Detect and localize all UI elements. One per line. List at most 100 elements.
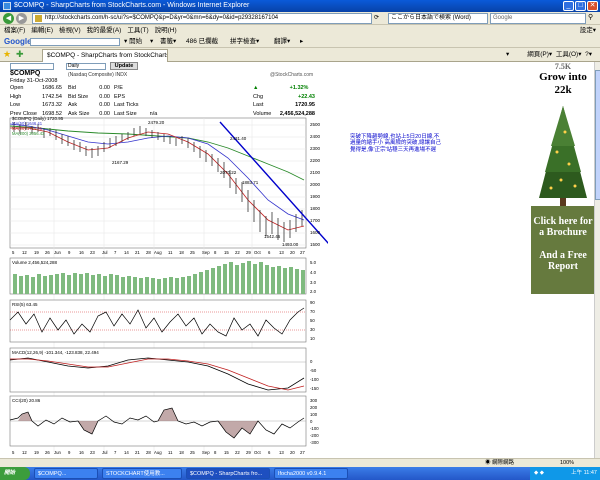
x-tick: 22: [235, 450, 240, 455]
price-x-axis: 5 12 19 26 Jun 9 16 23 Jul 7 14 21 28 Au…: [12, 250, 305, 255]
vertical-scrollbar[interactable]: [594, 62, 600, 458]
tray-icon[interactable]: ◆ ◆: [534, 470, 544, 476]
page-menu[interactable]: 網頁(P)▾: [527, 51, 552, 58]
start-button[interactable]: 開始: [0, 467, 30, 480]
menu-file[interactable]: 檔案(F): [4, 25, 25, 36]
y-tick: 1800: [310, 206, 321, 211]
y-tick: 70: [310, 309, 315, 314]
search-icon[interactable]: ⚲: [588, 13, 593, 21]
tab-active[interactable]: $COMPQ - SharpCharts from StockCharts.co…: [42, 49, 168, 62]
ie-icon: [3, 2, 11, 10]
refresh-icon[interactable]: ⟳: [374, 13, 384, 24]
x-tick: 6: [268, 250, 271, 255]
ad-top-number: 7.5K: [554, 62, 572, 71]
toolbar-options[interactable]: ▾: [150, 36, 153, 48]
y-tick: 4.0: [310, 270, 317, 275]
y-tick: 2300: [310, 146, 321, 151]
annot-a6: 1493.00: [282, 242, 299, 247]
x-tick: 26: [45, 250, 50, 255]
status-bar: ◉ 網際網路 100%: [0, 458, 600, 467]
ad-grow: Grow into: [539, 71, 587, 83]
close-button[interactable]: ✕: [587, 1, 598, 11]
x-tick: 29: [246, 450, 251, 455]
y-tick: 10: [310, 336, 315, 341]
add-favorite-icon[interactable]: ✚: [16, 50, 24, 59]
x-tick: Sep: [202, 250, 210, 255]
analysis-note: 突破下降趨勢線,也站上5日20日線,不過量的縮手小 高風險的突破,總讓自己覺得是…: [350, 134, 442, 153]
x-tick: 29: [246, 250, 251, 255]
x-tick: 8: [214, 250, 217, 255]
forward-button[interactable]: ▶: [16, 13, 27, 24]
annot-a5: 1542.46: [264, 234, 281, 239]
taskbar-item-2[interactable]: STOCKCHART使用教...: [102, 468, 182, 479]
x-tick: 18: [179, 250, 184, 255]
popup-blocked[interactable]: 486 已攔截: [186, 36, 218, 48]
annot-a2: 2431.40: [230, 136, 247, 141]
scrollbar-thumb[interactable]: [595, 70, 600, 200]
x-tick: 21: [135, 250, 140, 255]
y-tick: 1900: [310, 194, 321, 199]
x-tick: 27: [300, 450, 305, 455]
x-tick: 15: [224, 250, 229, 255]
y-tick: 1700: [310, 218, 321, 223]
annot-high: 2479.20: [148, 120, 165, 125]
menu-help[interactable]: 說明(H): [155, 25, 177, 36]
ad-click-here[interactable]: Click here for a Brochure: [531, 206, 595, 238]
ie-search-box[interactable]: ここから日本語で検索 (Word): [388, 13, 488, 24]
x-tick: 12: [22, 250, 27, 255]
taskbar-item-1[interactable]: $COMPQ...: [34, 468, 98, 479]
favorites-star-icon[interactable]: ★: [3, 50, 11, 59]
macd-legend: MACD(12,26,9) -101.344, -123.838, 22.494: [12, 350, 99, 355]
google-logo: Google: [4, 37, 32, 46]
annot-a3: 2070.22: [220, 170, 237, 175]
rsi-panel: [9, 299, 307, 343]
tree-image: [531, 102, 595, 206]
x-tick: 25: [190, 450, 195, 455]
ad-free-report[interactable]: And a Free Report: [531, 238, 595, 272]
y-tick: 1500: [310, 242, 321, 247]
url-text: http://stockcharts.com/h-sc/ui?s=$COMPQ&…: [45, 15, 279, 21]
toolbar-go-button[interactable]: ▾ 開始: [124, 36, 142, 48]
menu-edit[interactable]: 編輯(E): [31, 25, 53, 36]
page-content: Daily Update $COMPQ (Nasdaq Composite) I…: [0, 62, 600, 458]
taskbar-item-4[interactable]: Ifocha2000 v0.9.4.1: [274, 468, 348, 479]
translate-button[interactable]: 翻譯▾: [274, 36, 290, 48]
sharpchart: Daily Update $COMPQ (Nasdaq Composite) I…: [8, 62, 328, 458]
x-tick: 15: [224, 450, 229, 455]
y-tick: 90: [310, 300, 315, 305]
maximize-button[interactable]: □: [575, 1, 586, 11]
tab-bar: ★ ✚ $COMPQ - SharpCharts from StockChart…: [0, 48, 600, 62]
x-tick: 28: [146, 250, 151, 255]
y-tick: 30: [310, 327, 315, 332]
ad-target: 22k: [554, 84, 572, 96]
toolbar-bookmarks[interactable]: 書籤▾: [160, 36, 176, 48]
settings-menu[interactable]: 設定▾: [580, 25, 596, 36]
menu-view[interactable]: 檢視(V): [59, 25, 81, 36]
x-tick: Oct: [254, 450, 261, 455]
back-button[interactable]: ◀: [3, 13, 14, 24]
x-tick: Aug: [154, 250, 162, 255]
google-search-box[interactable]: Google: [490, 13, 586, 24]
help-menu[interactable]: ?▾: [585, 51, 592, 58]
advertisement[interactable]: 7.5K Grow into 22k Click here for a Broc…: [531, 62, 595, 294]
home-menu[interactable]: ▾: [506, 51, 509, 58]
google-toolbar-search[interactable]: [30, 38, 120, 46]
cci-legend: CCI(20) 20.86: [12, 398, 41, 403]
taskbar-item-3[interactable]: $COMPQ - SharpCharts fro...: [186, 468, 270, 479]
minimize-button[interactable]: _: [563, 1, 574, 11]
x-tick: 14: [124, 450, 129, 455]
address-bar: ◀ ▶ http://stockcharts.com/h-sc/ui?s=$CO…: [0, 12, 600, 25]
spellcheck-button[interactable]: 拼字檢查▾: [230, 36, 259, 48]
menu-bar: 檔案(F) 編輯(E) 檢視(V) 我的最愛(A) 工具(T) 說明(H) 設定…: [0, 25, 600, 36]
menu-tools[interactable]: 工具(T): [127, 25, 148, 36]
x-tick: 11: [168, 250, 173, 255]
menu-favorites[interactable]: 我的最愛(A): [87, 25, 122, 36]
url-field[interactable]: http://stockcharts.com/h-sc/ui?s=$COMPQ&…: [32, 13, 372, 24]
x-tick: 19: [34, 250, 39, 255]
y-tick: 2.0: [310, 289, 317, 294]
ad-header: 7.5K Grow into 22k: [531, 62, 595, 102]
toolbar-more[interactable]: ▸: [300, 36, 303, 48]
x-tick: 5: [12, 250, 15, 255]
x-tick: 7: [114, 450, 117, 455]
tools-menu[interactable]: 工具(O)▾: [556, 51, 582, 58]
